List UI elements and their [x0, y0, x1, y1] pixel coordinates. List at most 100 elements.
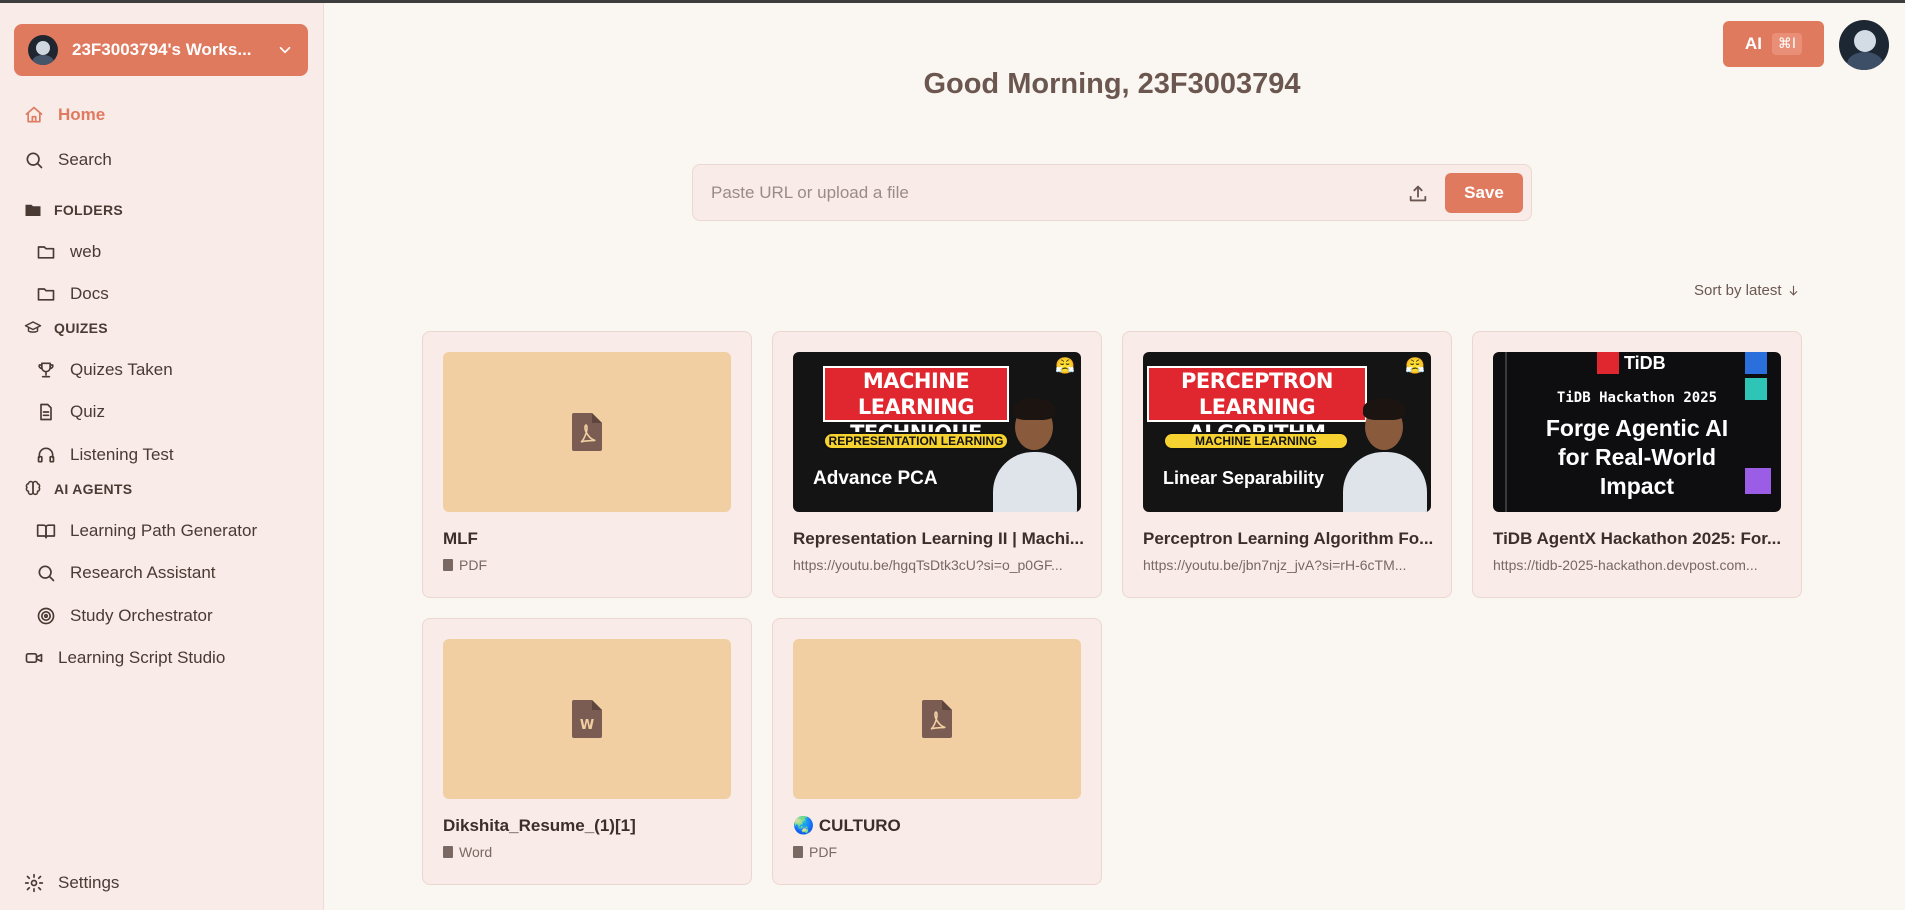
nav-home-label: Home — [58, 105, 106, 124]
pdf-file-icon — [793, 846, 803, 858]
sidebar-item-label: Study Orchestrator — [70, 606, 213, 625]
folder-item-web[interactable]: web — [36, 238, 101, 266]
word-file-icon — [443, 846, 453, 858]
pdf-file-icon — [443, 559, 453, 571]
search-icon — [38, 565, 55, 582]
sidebar-item-study-orchestrator[interactable]: Study Orchestrator — [36, 602, 213, 630]
folder-item-label: Docs — [70, 284, 109, 303]
nav-search[interactable]: Search — [24, 146, 112, 174]
banner-headline-line: Forge Agentic AI — [1545, 415, 1729, 441]
ai-assistant-button[interactable]: AI ⌘I — [1723, 21, 1824, 67]
trophy-icon — [38, 362, 54, 378]
content-card[interactable]: PERCEPTRONLEARNING ALGORITHM MACHINE LEA… — [1122, 331, 1452, 598]
folder-icon — [37, 288, 55, 301]
section-folders-label: FOLDERS — [54, 202, 123, 218]
arrow-down-icon — [1789, 285, 1797, 296]
banner-line: TiDB Hackathon 2025 — [1556, 390, 1718, 406]
nav-settings[interactable]: Settings — [24, 869, 119, 897]
search-icon — [26, 152, 43, 169]
folder-item-label: web — [70, 242, 102, 261]
ai-button-label: AI — [1744, 34, 1762, 53]
card-title: Perceptron Learning Algorithm Fo... — [1143, 529, 1434, 548]
card-type-label: PDF — [459, 557, 487, 573]
card-url: https://youtu.be/hgqTsDtk3cU?si=o_p0GF..… — [793, 557, 1063, 573]
card-title: 🌏 CULTURO — [793, 816, 901, 835]
save-button[interactable]: Save — [1445, 173, 1523, 213]
workspace-avatar — [28, 35, 58, 65]
workspace-switcher[interactable]: 23F3003794's Works... — [14, 24, 308, 76]
presenter-image — [989, 394, 1081, 512]
nav-learning-script-studio-label: Learning Script Studio — [58, 648, 226, 667]
greeting-heading: Good Morning, 23F3003794 — [923, 68, 1301, 100]
cube-icon — [1745, 352, 1767, 374]
user-avatar[interactable] — [1839, 20, 1889, 70]
book-open-icon — [36, 524, 56, 539]
section-ai-agents-label: AI AGENTS — [54, 481, 133, 497]
section-ai-agents[interactable]: AI AGENTS — [24, 478, 132, 500]
nav-home[interactable]: Home — [24, 101, 105, 129]
card-thumbnail: PERCEPTRONLEARNING ALGORITHM MACHINE LEA… — [1143, 352, 1431, 512]
card-subtitle: PDF — [793, 844, 1085, 860]
card-title: Representation Learning II | Machi... — [793, 529, 1084, 548]
sort-label: Sort by latest — [1694, 282, 1782, 299]
section-quizes[interactable]: QUIZES — [24, 317, 108, 339]
sidebar-item-quiz[interactable]: Quiz — [36, 398, 105, 426]
card-title: Dikshita_Resume_(1)[1] — [443, 816, 636, 835]
cube-icon — [1745, 378, 1767, 400]
workspace-name: 23F3003794's Works... — [72, 40, 252, 59]
word-file-icon: W — [572, 700, 602, 738]
banner-thumbnail: TiDB TiDB Hackathon 2025 Forge Agentic A… — [1493, 352, 1781, 512]
sidebar-item-label: Quizes Taken — [70, 360, 173, 379]
nav-learning-script-studio[interactable]: Learning Script Studio — [24, 644, 225, 672]
sidebar-item-research-assistant[interactable]: Research Assistant — [36, 559, 216, 587]
sort-dropdown[interactable]: Sort by latest — [1694, 282, 1800, 299]
folder-filled-icon — [25, 204, 41, 216]
url-upload-bar: Save — [692, 164, 1532, 221]
thumb-strip: REPRESENTATION LEARNING — [823, 432, 1009, 450]
pdf-file-icon — [922, 700, 952, 738]
sidebar-item-learning-path-generator[interactable]: Learning Path Generator — [36, 517, 257, 545]
emoji-icon: 😤 — [1405, 358, 1425, 375]
pdf-file-icon — [572, 413, 602, 451]
tidb-logo: TiDB — [1597, 352, 1666, 374]
document-icon — [40, 403, 52, 421]
sidebar-item-label: Research Assistant — [70, 563, 216, 582]
card-thumbnail: TiDB TiDB Hackathon 2025 Forge Agentic A… — [1493, 352, 1781, 512]
content-card[interactable]: W Dikshita_Resume_(1)[1] Word — [422, 618, 752, 885]
sidebar: 23F3003794's Works... Home Search FOLDER… — [0, 3, 324, 910]
emoji-icon: 😤 — [1055, 358, 1075, 375]
thumb-caption: Linear Separability — [1163, 468, 1325, 488]
sidebar-item-quizes-taken[interactable]: Quizes Taken — [36, 356, 173, 384]
banner-headline-line: Impact — [1599, 473, 1675, 499]
card-type-label: PDF — [809, 844, 837, 860]
card-thumbnail: W — [443, 639, 731, 799]
tidb-logo-text: TiDB — [1624, 352, 1666, 373]
home-icon — [25, 106, 43, 123]
folder-item-docs[interactable]: Docs — [36, 280, 109, 308]
content-card[interactable]: MACHINE LEARNINGTECHNIQUE REPRESENTATION… — [772, 331, 1102, 598]
card-thumbnail — [793, 639, 1081, 799]
content-card[interactable]: 🌏 CULTURO PDF — [772, 618, 1102, 885]
thumb-strip: MACHINE LEARNING — [1163, 432, 1349, 450]
sidebar-item-label: Listening Test — [70, 445, 174, 464]
section-quizes-label: QUIZES — [54, 320, 108, 336]
card-type-label: Word — [459, 844, 493, 860]
card-subtitle: PDF — [443, 557, 735, 573]
video-camera-icon — [25, 653, 43, 663]
card-url: https://tidb-2025-hackathon.devpost.com.… — [1493, 557, 1758, 573]
url-input[interactable] — [711, 179, 1351, 207]
content-card[interactable]: MLF PDF — [422, 331, 752, 598]
banner-headline-line: for Real-World — [1557, 444, 1717, 470]
gear-icon — [24, 873, 44, 893]
card-title: MLF — [443, 529, 478, 548]
content-card[interactable]: TiDB TiDB Hackathon 2025 Forge Agentic A… — [1472, 331, 1802, 598]
card-thumbnail: MACHINE LEARNINGTECHNIQUE REPRESENTATION… — [793, 352, 1081, 512]
sidebar-item-listening-test[interactable]: Listening Test — [36, 441, 174, 469]
section-folders[interactable]: FOLDERS — [24, 199, 123, 221]
headphones-icon — [37, 447, 55, 463]
thumb-band-line: PERCEPTRON — [1181, 369, 1333, 393]
upload-icon[interactable] — [1407, 183, 1429, 205]
video-thumbnail: PERCEPTRONLEARNING ALGORITHM MACHINE LEA… — [1143, 352, 1431, 512]
thumb-caption: Advance PCA — [813, 468, 938, 489]
brain-icon — [25, 480, 41, 496]
